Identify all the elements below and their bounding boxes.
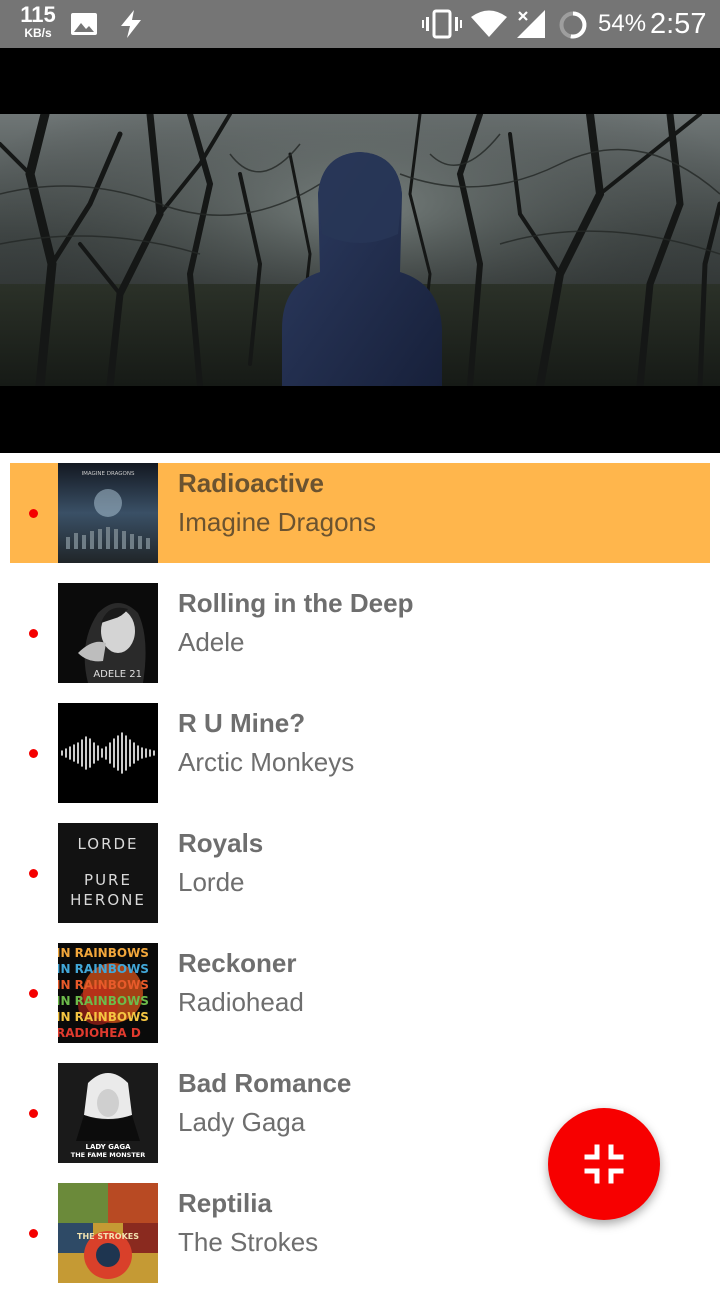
signal-icon xyxy=(516,9,546,44)
album-art-text: IN RAINBOWS xyxy=(58,994,149,1008)
playlist-item-rolling-in-the-deep[interactable]: ADELE 21 Rolling in the Deep Adele xyxy=(10,583,710,683)
album-art-lady-gaga: LADY GAGA THE FAME MONSTER xyxy=(58,1063,158,1163)
battery-icon xyxy=(558,10,588,45)
vibrate-icon xyxy=(422,9,462,44)
track-title: Royals xyxy=(178,828,264,858)
album-art-text: IN RAINBOWS xyxy=(58,978,149,992)
album-art-lorde: LORDE PURE HERONE xyxy=(58,823,158,923)
playlist-item-royals[interactable]: LORDE PURE HERONE Royals Lorde xyxy=(10,823,710,923)
network-speed-value: 115 xyxy=(20,2,56,27)
album-art-imagine-dragons: IMAGINE DRAGONS xyxy=(58,463,158,563)
playing-indicator xyxy=(29,989,38,998)
track-title: Radioactive xyxy=(178,468,324,498)
track-title: Bad Romance xyxy=(178,1068,352,1098)
track-artist: Arctic Monkeys xyxy=(178,747,355,777)
album-art-text: LADY GAGA xyxy=(85,1143,131,1151)
network-speed: 115 KB/s xyxy=(18,2,58,40)
album-art-text: PURE xyxy=(84,871,132,889)
track-artist: Lady Gaga xyxy=(178,1107,306,1137)
image-icon xyxy=(70,10,98,43)
album-art-arctic-monkeys xyxy=(58,703,158,803)
status-bar: 115 KB/s 54% 2:57 xyxy=(0,0,720,48)
playing-indicator xyxy=(29,629,38,638)
video-player[interactable] xyxy=(0,48,720,453)
playing-indicator xyxy=(29,869,38,878)
album-art-text: THE FAME MONSTER xyxy=(71,1151,145,1159)
album-art-text: IN RAINBOWS xyxy=(58,946,149,960)
track-title: R U Mine? xyxy=(178,708,306,738)
album-art-text: IN RAINBOWS xyxy=(58,962,149,976)
playing-indicator xyxy=(29,509,38,518)
album-art-adele: ADELE 21 xyxy=(58,583,158,683)
video-frame[interactable] xyxy=(0,114,720,386)
network-speed-unit: KB/s xyxy=(24,26,52,40)
playlist-item-reckoner[interactable]: IN RAINBOWS IN RAINBOWS IN RAINBOWS IN R… xyxy=(10,943,710,1043)
clock: 2:57 xyxy=(650,8,707,40)
playlist-item-r-u-mine[interactable]: R U Mine? Arctic Monkeys xyxy=(10,703,710,803)
playing-indicator xyxy=(29,1229,38,1238)
playing-indicator xyxy=(29,1109,38,1118)
battery-percentage: 54% xyxy=(598,10,647,37)
playing-indicator xyxy=(29,749,38,758)
flash-icon xyxy=(118,9,144,44)
track-artist: Adele xyxy=(178,627,245,657)
track-artist: Radiohead xyxy=(178,987,304,1017)
wifi-icon xyxy=(470,10,508,43)
album-art-text: IN RAINBOWS xyxy=(58,1010,149,1024)
album-art-text: RADIOHEA D xyxy=(58,1026,141,1040)
track-artist: Lorde xyxy=(178,867,245,897)
track-title: Reptilia xyxy=(178,1188,272,1218)
album-art-the-strokes: THE STROKES xyxy=(58,1183,158,1283)
track-title: Reckoner xyxy=(178,948,297,978)
track-title: Rolling in the Deep xyxy=(178,588,414,618)
album-art-text: ADELE 21 xyxy=(93,669,142,680)
album-art-text: IMAGINE DRAGONS xyxy=(82,471,135,477)
track-artist: The Strokes xyxy=(178,1227,319,1257)
album-art-text: LORDE xyxy=(77,835,138,853)
album-art-text: HERONE xyxy=(70,891,146,909)
album-art-text: THE STROKES xyxy=(77,1232,139,1241)
album-art-radiohead: IN RAINBOWS IN RAINBOWS IN RAINBOWS IN R… xyxy=(58,943,158,1043)
exit-fullscreen-button[interactable] xyxy=(548,1108,660,1220)
playlist-item-radioactive[interactable]: IMAGINE DRAGONS Radioactive Imagine Drag… xyxy=(10,463,710,563)
fullscreen-exit-icon xyxy=(584,1144,624,1184)
track-artist: Imagine Dragons xyxy=(178,507,376,537)
